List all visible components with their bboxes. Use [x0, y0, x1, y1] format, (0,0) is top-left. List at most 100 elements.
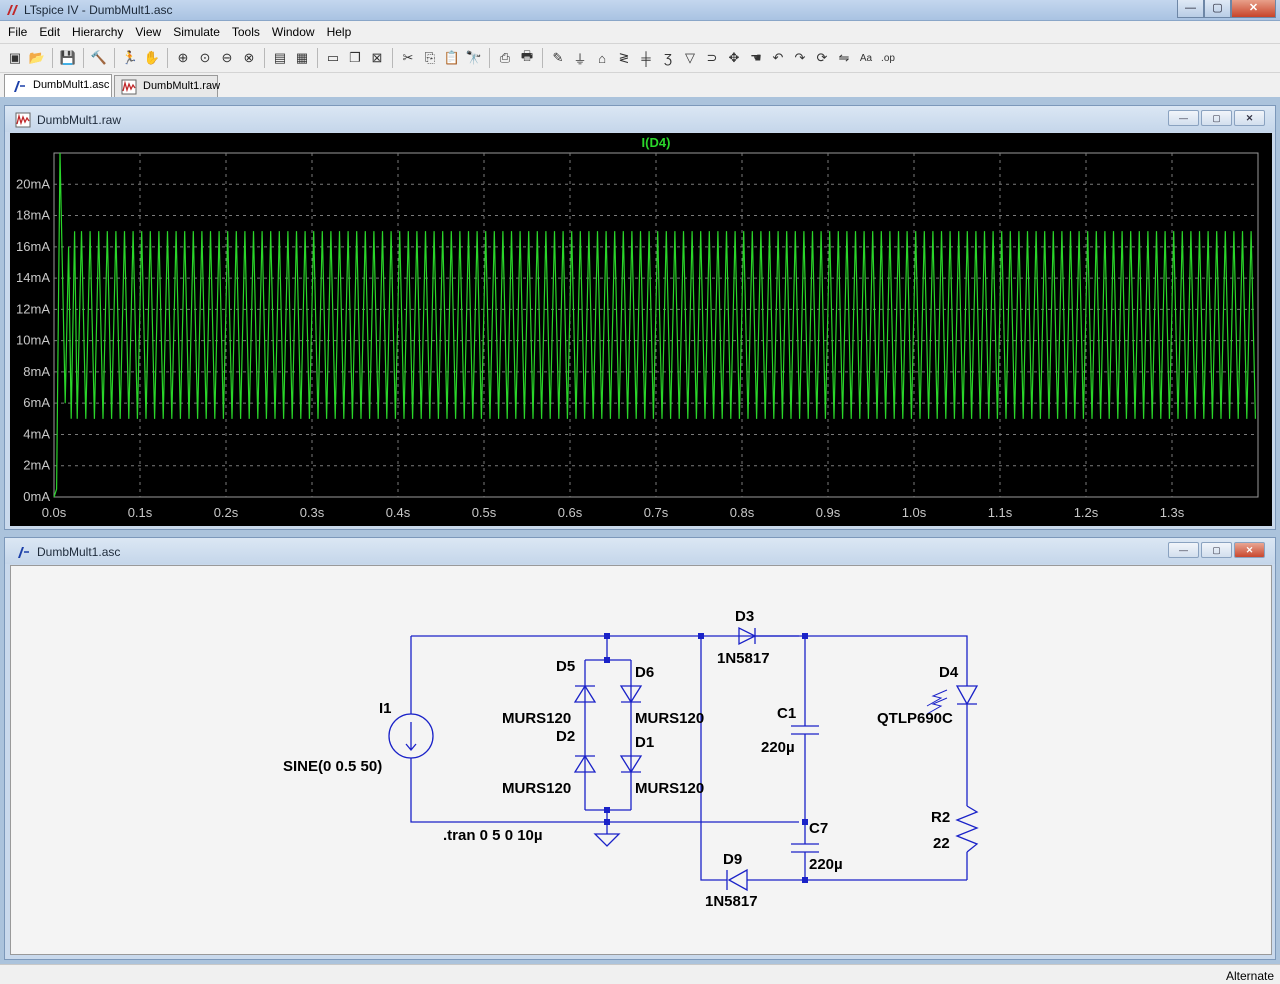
drag-icon[interactable]: ☚ — [745, 47, 767, 69]
trace-i-d4[interactable] — [53, 152, 1256, 498]
move-icon[interactable]: ✥ — [723, 47, 745, 69]
capacitor-c1-symbol[interactable] — [791, 725, 819, 735]
inductor-icon[interactable]: Ʒ — [657, 47, 679, 69]
autoscale-icon[interactable]: ▤ — [269, 47, 291, 69]
menu-hierarchy[interactable]: Hierarchy — [66, 25, 129, 39]
d9-name: D9 — [723, 851, 742, 868]
diode-d9-symbol[interactable] — [726, 868, 748, 892]
open-icon[interactable]: 📂 — [26, 47, 48, 69]
waveform-close-button[interactable]: ✕ — [1234, 110, 1265, 126]
tab-dumbmult1-asc[interactable]: DumbMult1.asc — [4, 74, 112, 97]
toolbar-separator — [392, 48, 393, 68]
print-setup-icon[interactable]: ⎙ — [494, 47, 516, 69]
component-icon[interactable]: ⊃ — [701, 47, 723, 69]
y-tick-label: 12mA — [16, 301, 50, 316]
r2-value: 22 — [933, 835, 950, 852]
zoom-in-icon[interactable]: ⊕ — [172, 47, 194, 69]
menu-view[interactable]: View — [129, 25, 167, 39]
undo-icon[interactable]: ↶ — [767, 47, 789, 69]
cut-icon[interactable]: ✂ — [397, 47, 419, 69]
y-tick-label: 6mA — [23, 395, 50, 410]
label-net-icon[interactable]: ⌂ — [591, 47, 613, 69]
tab-dumbmult1-raw[interactable]: DumbMult1.raw — [114, 75, 220, 97]
d4-model: QTLP690C — [877, 710, 953, 727]
print-icon[interactable]: 🖶 — [516, 47, 538, 69]
resistor-icon[interactable]: ≷ — [613, 47, 635, 69]
zoom-out-icon[interactable]: ⊖ — [216, 47, 238, 69]
cascade-icon[interactable]: ❐ — [344, 47, 366, 69]
find-icon[interactable]: 🔭 — [463, 47, 485, 69]
menu-window[interactable]: Window — [266, 25, 321, 39]
waveform-maximize-button[interactable]: ▢ — [1201, 110, 1232, 126]
run-icon[interactable]: 🏃 — [119, 47, 141, 69]
halt-icon[interactable]: ✋ — [141, 47, 163, 69]
c1-value: 220µ — [761, 739, 795, 756]
save-icon[interactable]: 💾 — [57, 47, 79, 69]
trace-label[interactable]: I(D4) — [642, 135, 671, 150]
title-bar: LTspice IV - DumbMult1.asc — ▢ ✕ — [0, 0, 1280, 21]
waveform-minimize-button[interactable]: — — [1168, 110, 1199, 126]
menu-simulate[interactable]: Simulate — [167, 25, 226, 39]
copy-icon[interactable]: ⎘ — [419, 47, 441, 69]
junction-dot — [604, 807, 610, 813]
close-button[interactable]: ✕ — [1231, 0, 1276, 18]
d5-model: MURS120 — [502, 710, 571, 727]
x-tick-label: 0.3s — [300, 505, 325, 520]
capacitor-icon[interactable]: ╪ — [635, 47, 657, 69]
ground-icon[interactable]: ⏚ — [569, 47, 591, 69]
document-tabs: DumbMult1.asc DumbMult1.raw — [0, 73, 1280, 97]
x-tick-label: 0.7s — [644, 505, 669, 520]
waveform-plot[interactable]: 0.0s 0.1s 0.2s 0.3s 0.4s 0.5s 0.6s 0.7s 0.8s 0.9s… — [10, 133, 1272, 526]
schematic-window-titlebar[interactable]: DumbMult1.asc — ▢ ✕ — [5, 538, 1275, 564]
schematic-icon — [14, 81, 25, 92]
text-icon[interactable]: Aa — [855, 47, 877, 69]
tile-horizontal-icon[interactable]: ▭ — [322, 47, 344, 69]
tran-directive[interactable]: .tran 0 5 0 10µ — [443, 827, 543, 844]
x-tick-label: 1.0s — [902, 505, 927, 520]
maximize-button[interactable]: ▢ — [1204, 0, 1231, 18]
schematic-close-button[interactable]: ✕ — [1234, 542, 1265, 558]
capacitor-c7-symbol[interactable] — [791, 843, 819, 853]
ltspice-logo-icon — [7, 5, 18, 15]
control-panel-icon[interactable]: 🔨 — [88, 47, 110, 69]
c7-value: 220µ — [809, 856, 843, 873]
waveform-window-title: DumbMult1.raw — [37, 113, 122, 127]
pan-icon[interactable]: ⊙ — [194, 47, 216, 69]
grid-icon[interactable]: ▦ — [291, 47, 313, 69]
schematic-maximize-button[interactable]: ▢ — [1201, 542, 1232, 558]
plot-pane[interactable]: 0.0s 0.1s 0.2s 0.3s 0.4s 0.5s 0.6s 0.7s 0.8s 0.9s… — [10, 133, 1272, 526]
new-schematic-icon[interactable]: ▣ — [4, 47, 26, 69]
menu-help[interactable]: Help — [321, 25, 358, 39]
schematic-canvas[interactable]: D3 1N5817 D5 D6 MURS120 MURS120 D2 D1 MU… — [10, 565, 1272, 955]
spice-directive-icon[interactable]: .op — [877, 47, 899, 69]
wire-mid-vertical[interactable] — [700, 636, 727, 881]
junction-dot — [604, 633, 610, 639]
resistor-r2-symbol[interactable] — [955, 805, 979, 853]
menu-tools[interactable]: Tools — [226, 25, 266, 39]
mirror-icon[interactable]: ⇋ — [833, 47, 855, 69]
minimize-button[interactable]: — — [1177, 0, 1204, 18]
schematic-drawing[interactable]: D3 1N5817 D5 D6 MURS120 MURS120 D2 D1 MU… — [11, 566, 1271, 954]
toolbar-separator — [167, 48, 168, 68]
toolbar-separator — [52, 48, 53, 68]
menu-file[interactable]: File — [2, 25, 33, 39]
junction-dot — [802, 633, 808, 639]
wire-icon[interactable]: ✎ — [547, 47, 569, 69]
menu-edit[interactable]: Edit — [33, 25, 66, 39]
y-tick-label: 4mA — [23, 426, 50, 441]
paste-icon[interactable]: 📋 — [441, 47, 463, 69]
schematic-minimize-button[interactable]: — — [1168, 542, 1199, 558]
wire-d3-right[interactable] — [755, 635, 968, 686]
led-d4-symbol[interactable] — [955, 685, 979, 706]
rotate-icon[interactable]: ⟳ — [811, 47, 833, 69]
ground-symbol[interactable] — [593, 833, 621, 847]
close-all-icon[interactable]: ⊠ — [366, 47, 388, 69]
menu-bar: File Edit Hierarchy View Simulate Tools … — [0, 21, 1280, 43]
diode-icon[interactable]: ▽ — [679, 47, 701, 69]
junction-dot — [604, 819, 610, 825]
waveform-window-titlebar[interactable]: DumbMult1.raw — ▢ ✕ — [5, 106, 1275, 132]
i1-name: I1 — [379, 700, 392, 717]
redo-icon[interactable]: ↷ — [789, 47, 811, 69]
waveform-icon — [121, 79, 137, 95]
zoom-fit-icon[interactable]: ⊗ — [238, 47, 260, 69]
